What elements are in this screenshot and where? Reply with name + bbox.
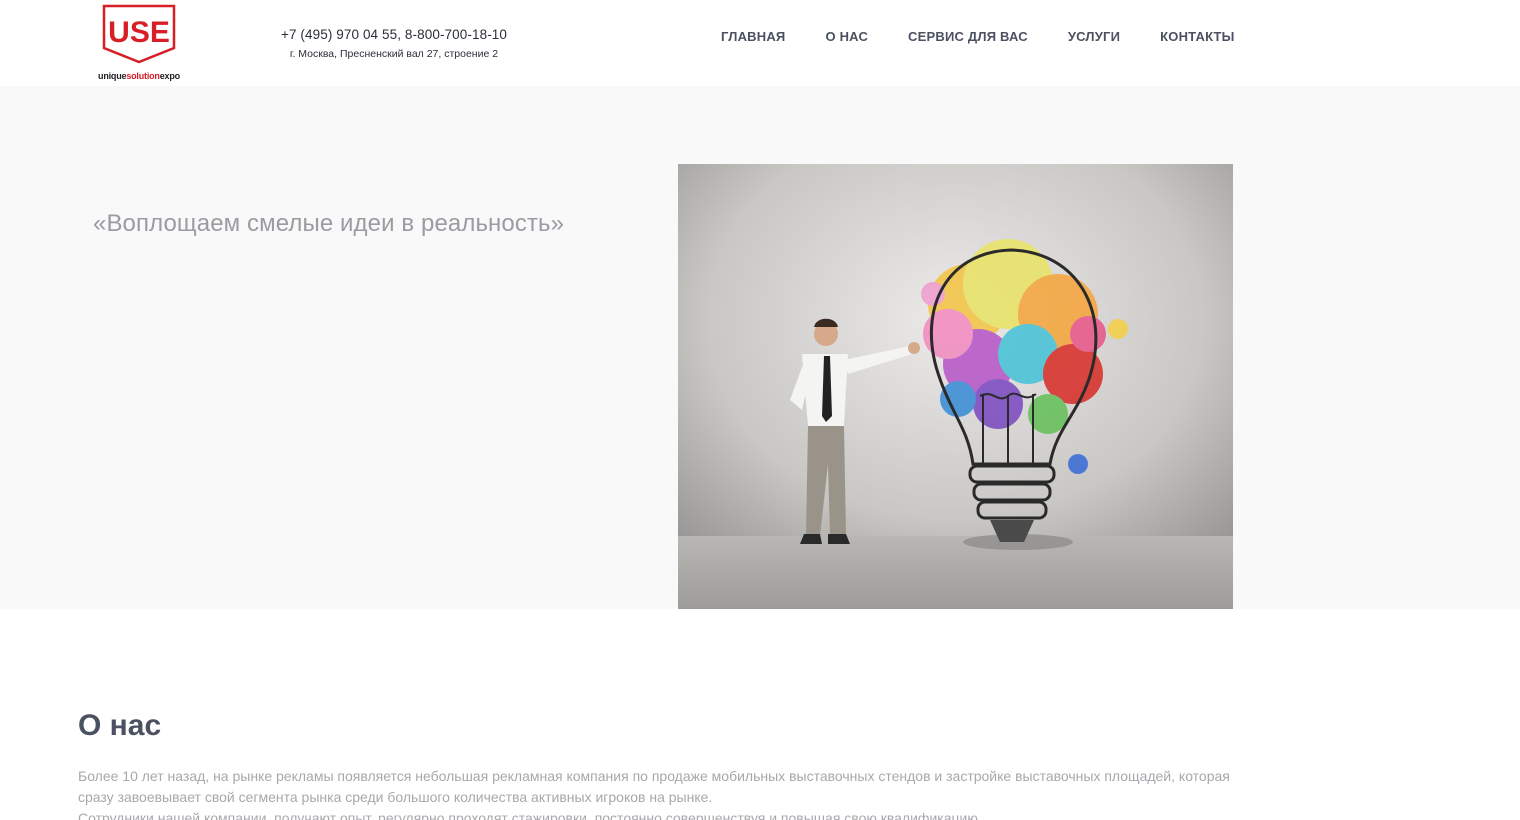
- nav-item-service[interactable]: СЕРВИС ДЛЯ ВАС: [908, 29, 1028, 44]
- main-nav: ГЛАВНАЯ О НАС СЕРВИС ДЛЯ ВАС УСЛУГИ КОНТ…: [721, 29, 1235, 44]
- hero-section: «Воплощаем смелые идеи в реальность»: [0, 86, 1520, 609]
- logo-tagline: uniquesolutionexpo: [92, 71, 186, 81]
- about-text: Более 10 лет назад, на рынке рекламы поя…: [78, 766, 1238, 820]
- site-header: USE uniquesolutionexpo +7 (495) 970 04 5…: [0, 0, 1520, 86]
- nav-item-contacts[interactable]: КОНТАКТЫ: [1160, 29, 1234, 44]
- logo-mark-text: USE: [108, 16, 170, 49]
- site-logo[interactable]: USE uniquesolutionexpo: [92, 4, 186, 82]
- logo-tagline-accent: solution: [126, 71, 160, 81]
- office-address: г. Москва, Пресненский вал 27, строение …: [289, 48, 499, 60]
- use-logo-icon: USE: [102, 4, 176, 64]
- nav-item-home[interactable]: ГЛАВНАЯ: [721, 29, 785, 44]
- nav-item-services[interactable]: УСЛУГИ: [1068, 29, 1120, 44]
- about-paragraph: Сотрудники нашей компании, получают опыт…: [78, 810, 982, 820]
- lightbulb-illustration: [678, 164, 1233, 609]
- header-contacts: +7 (495) 970 04 55, 8-800-700-18-10 г. М…: [270, 27, 518, 60]
- hero-image: [678, 164, 1233, 609]
- logo-tagline-prefix: unique: [98, 71, 127, 81]
- about-title: О нас: [78, 709, 162, 742]
- nav-item-about[interactable]: О НАС: [825, 29, 868, 44]
- about-paragraph: Более 10 лет назад, на рынке рекламы поя…: [78, 768, 1230, 805]
- phone-numbers[interactable]: +7 (495) 970 04 55, 8-800-700-18-10: [270, 27, 518, 42]
- logo-tagline-suffix: expo: [159, 71, 180, 81]
- hero-tagline: «Воплощаем смелые идеи в реальность»: [93, 210, 565, 237]
